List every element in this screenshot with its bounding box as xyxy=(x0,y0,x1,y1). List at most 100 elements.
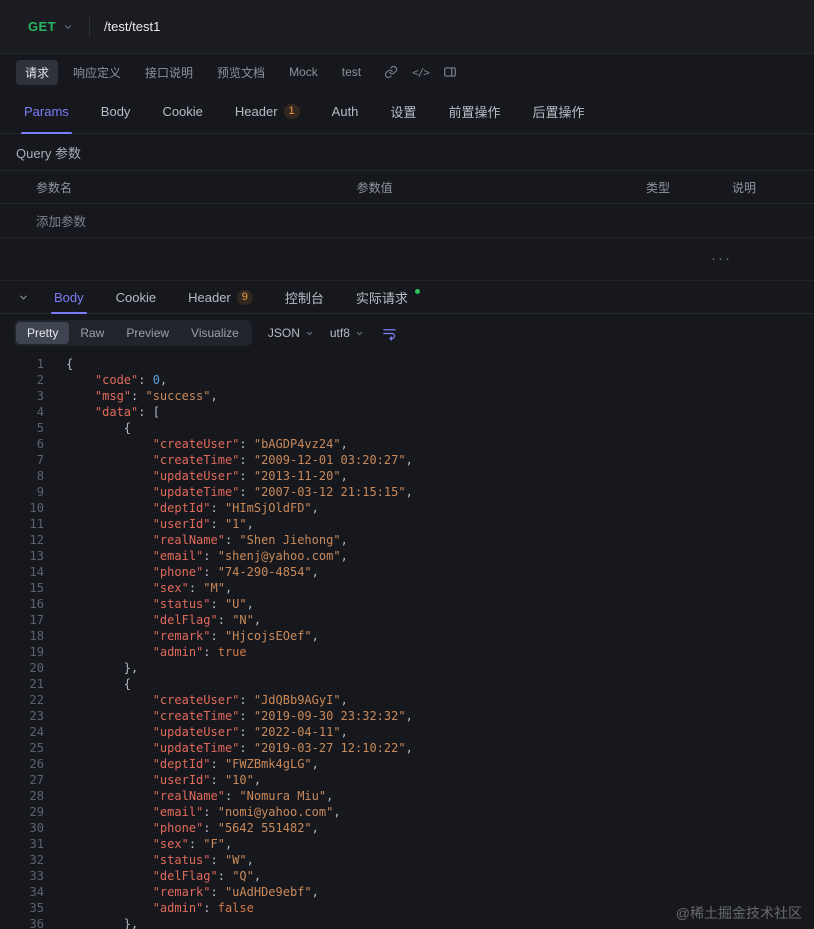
query-params-label: Query 参数 xyxy=(16,145,82,161)
code-line[interactable]: "updateTime": "2007-03-12 21:15:15", xyxy=(66,484,814,500)
line-number: 4 xyxy=(36,405,44,419)
line-number: 20 xyxy=(29,661,44,675)
response-tab-console[interactable]: 控制台 xyxy=(269,281,340,313)
code-line[interactable]: "createTime": "2019-09-30 23:32:32", xyxy=(66,708,814,724)
code-line[interactable]: "phone": "74-290-4854", xyxy=(66,564,814,580)
column-header-name: 参数名 xyxy=(36,180,73,195)
tab-post-operations[interactable]: 后置操作 xyxy=(516,90,600,133)
tab-cookie[interactable]: Cookie xyxy=(146,90,218,133)
collapse-response-icon[interactable] xyxy=(8,292,38,303)
format-select[interactable]: JSON xyxy=(268,326,314,340)
view-mode-pretty[interactable]: Pretty xyxy=(16,322,70,344)
line-number: 28 xyxy=(29,789,44,803)
tab-request[interactable]: 请求 xyxy=(16,59,59,85)
response-toolbar: Pretty Raw Preview Visualize JSON utf8 xyxy=(0,314,814,352)
layout-icon[interactable] xyxy=(443,65,457,79)
line-number: 25 xyxy=(29,741,44,755)
tab-test[interactable]: test xyxy=(333,61,370,83)
code-line[interactable]: { xyxy=(66,676,814,692)
tab-mock[interactable]: Mock xyxy=(280,61,327,83)
method-label: GET xyxy=(28,19,56,34)
code-line[interactable]: "deptId": "FWZBmk4gLG", xyxy=(66,756,814,772)
line-number: 11 xyxy=(29,517,44,531)
line-number: 6 xyxy=(36,437,44,451)
request-tabs: Params Body Cookie Header 1 Auth 设置 前置操作… xyxy=(0,90,814,134)
request-url-bar: GET xyxy=(0,0,814,54)
code-lines[interactable]: { "code": 0, "msg": "success", "data": [… xyxy=(56,356,814,929)
tab-settings[interactable]: 设置 xyxy=(374,90,432,133)
encoding-select[interactable]: utf8 xyxy=(330,326,364,340)
url-input[interactable] xyxy=(93,19,798,34)
code-icon[interactable]: </> xyxy=(412,66,430,79)
tab-preview-docs[interactable]: 预览文档 xyxy=(208,60,274,85)
view-mode-preview[interactable]: Preview xyxy=(115,322,180,344)
line-number: 13 xyxy=(29,549,44,563)
link-icon[interactable] xyxy=(384,65,398,79)
success-dot xyxy=(414,288,420,294)
code-line[interactable]: }, xyxy=(66,660,814,676)
code-line[interactable]: "status": "W", xyxy=(66,852,814,868)
code-line[interactable]: "delFlag": "Q", xyxy=(66,868,814,884)
line-number: 34 xyxy=(29,885,44,899)
code-line[interactable]: "admin": false xyxy=(66,900,814,916)
response-body-editor[interactable]: 1 2 3 4 5 6 7 8 9 10 11 12 13 14 15 16 17 18 19 20 21 22 23 24 2… xyxy=(0,352,814,929)
tab-params[interactable]: Params xyxy=(8,90,85,134)
code-line[interactable]: "msg": "success", xyxy=(66,388,814,404)
response-tab-cookie[interactable]: Cookie xyxy=(100,281,172,313)
response-header-count-badge: 9 xyxy=(236,289,253,305)
code-line[interactable]: "remark": "uAdHDe9ebf", xyxy=(66,884,814,900)
code-line[interactable]: "userId": "10", xyxy=(66,772,814,788)
tab-pre-operations[interactable]: 前置操作 xyxy=(432,90,516,133)
chevron-down-icon xyxy=(305,329,314,338)
code-line[interactable]: "remark": "HjcojsEOef", xyxy=(66,628,814,644)
method-select[interactable]: GET xyxy=(16,19,85,34)
line-number: 23 xyxy=(29,709,44,723)
pane-gap: ··· xyxy=(0,238,814,280)
response-tab-actual-request-label: 实际请求 xyxy=(355,290,408,306)
code-line[interactable]: }, xyxy=(66,916,814,929)
code-line[interactable]: "realName": "Shen Jiehong", xyxy=(66,532,814,548)
code-line[interactable]: "data": [ xyxy=(66,404,814,420)
code-line[interactable]: "code": 0, xyxy=(66,372,814,388)
code-line[interactable]: "createUser": "JdQBb9AGyI", xyxy=(66,692,814,708)
code-line[interactable]: "delFlag": "N", xyxy=(66,612,814,628)
word-wrap-icon[interactable] xyxy=(382,326,397,341)
tab-header[interactable]: Header 1 xyxy=(219,90,316,133)
code-line[interactable]: "createUser": "bAGDP4vz24", xyxy=(66,436,814,452)
add-param-row[interactable]: 添加参数 xyxy=(0,204,814,238)
code-line[interactable]: "deptId": "HImSjOldFD", xyxy=(66,500,814,516)
code-line[interactable]: "sex": "M", xyxy=(66,580,814,596)
code-line[interactable]: "email": "shenj@yahoo.com", xyxy=(66,548,814,564)
column-header-value: 参数值 xyxy=(356,180,393,195)
line-number: 24 xyxy=(29,725,44,739)
line-number: 7 xyxy=(36,453,44,467)
code-line[interactable]: "status": "U", xyxy=(66,596,814,612)
tab-response-definition[interactable]: 响应定义 xyxy=(64,60,130,85)
response-tab-actual-request[interactable]: 实际请求 xyxy=(340,281,436,313)
resize-handle[interactable]: ··· xyxy=(711,251,732,266)
tab-body[interactable]: Body xyxy=(85,90,147,133)
code-line[interactable]: "userId": "1", xyxy=(66,516,814,532)
code-line[interactable]: "phone": "5642 551482", xyxy=(66,820,814,836)
code-line[interactable]: "sex": "F", xyxy=(66,836,814,852)
code-line[interactable]: "updateUser": "2022-04-11", xyxy=(66,724,814,740)
tab-post-operations-label: 后置操作 xyxy=(532,105,585,120)
code-line[interactable]: "email": "nomi@yahoo.com", xyxy=(66,804,814,820)
code-line[interactable]: "realName": "Nomura Miu", xyxy=(66,788,814,804)
code-line[interactable]: "updateTime": "2019-03-27 12:10:22", xyxy=(66,740,814,756)
tab-auth[interactable]: Auth xyxy=(316,90,375,133)
code-line[interactable]: { xyxy=(66,420,814,436)
line-number: 14 xyxy=(29,565,44,579)
code-line[interactable]: "updateUser": "2013-11-20", xyxy=(66,468,814,484)
line-number: 32 xyxy=(29,853,44,867)
view-mode-raw[interactable]: Raw xyxy=(69,322,115,344)
line-number: 27 xyxy=(29,773,44,787)
response-tab-header[interactable]: Header 9 xyxy=(172,281,269,313)
code-line[interactable]: "createTime": "2009-12-01 03:20:27", xyxy=(66,452,814,468)
view-mode-visualize[interactable]: Visualize xyxy=(180,322,250,344)
divider xyxy=(88,16,90,37)
code-line[interactable]: { xyxy=(66,356,814,372)
code-line[interactable]: "admin": true xyxy=(66,644,814,660)
tab-api-description[interactable]: 接口说明 xyxy=(136,60,202,85)
response-tab-body[interactable]: Body xyxy=(38,281,100,314)
